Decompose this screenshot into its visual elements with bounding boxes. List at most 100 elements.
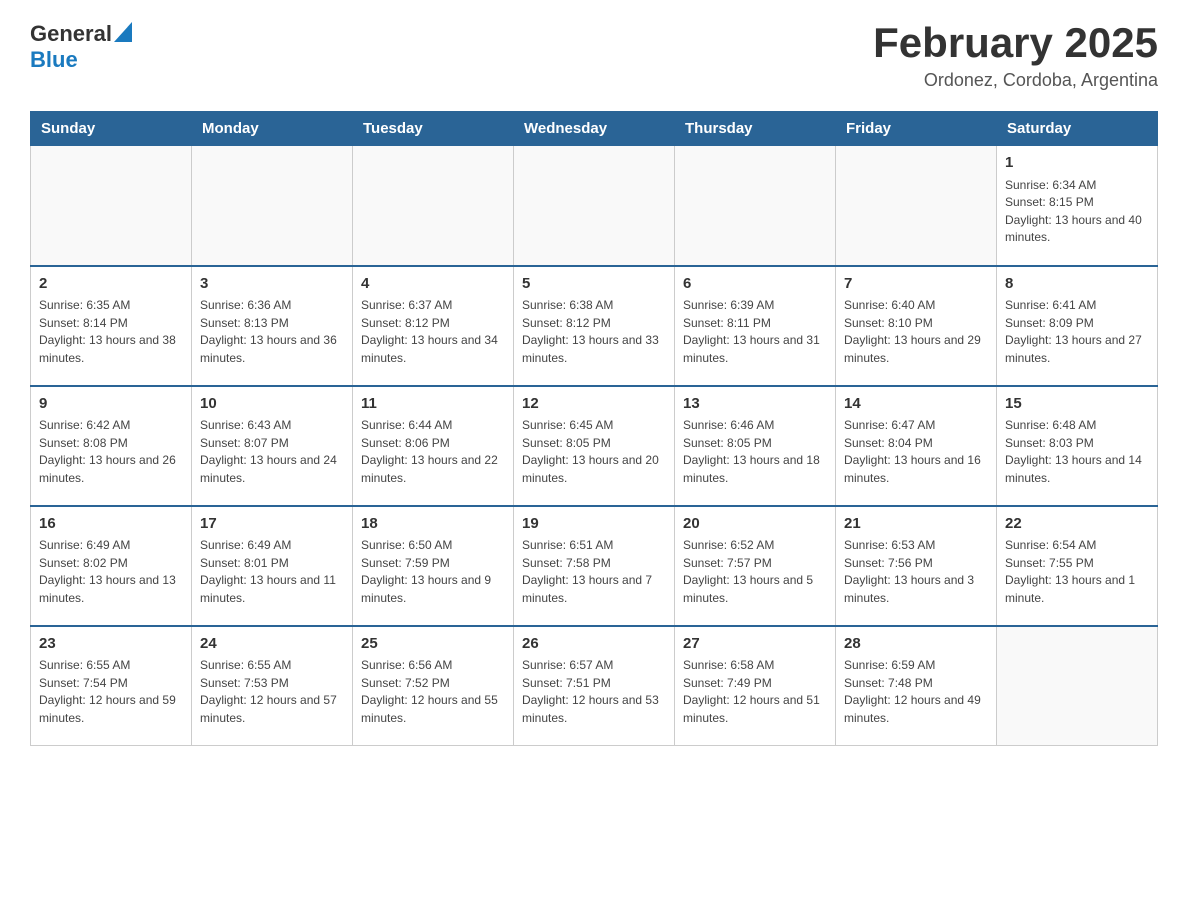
calendar-header-row: SundayMondayTuesdayWednesdayThursdayFrid…: [31, 112, 1158, 146]
calendar-week-row: 23Sunrise: 6:55 AM Sunset: 7:54 PM Dayli…: [31, 626, 1158, 746]
calendar-cell: [192, 146, 353, 266]
day-info: Sunrise: 6:40 AM Sunset: 8:10 PM Dayligh…: [844, 297, 988, 367]
calendar-cell: 20Sunrise: 6:52 AM Sunset: 7:57 PM Dayli…: [675, 506, 836, 626]
day-number: 25: [361, 633, 505, 655]
logo: General Blue: [30, 20, 132, 73]
calendar-cell: 5Sunrise: 6:38 AM Sunset: 8:12 PM Daylig…: [514, 266, 675, 386]
day-of-week-header: Wednesday: [514, 112, 675, 146]
location-subtitle: Ordonez, Cordoba, Argentina: [873, 70, 1158, 91]
day-number: 12: [522, 393, 666, 415]
calendar-week-row: 1 Sunrise: 6:34 AM Sunset: 8:15 PM Daylig…: [31, 146, 1158, 266]
day-number: 24: [200, 633, 344, 655]
day-info: Sunrise: 6:43 AM Sunset: 8:07 PM Dayligh…: [200, 417, 344, 487]
day-info: Sunrise: 6:57 AM Sunset: 7:51 PM Dayligh…: [522, 657, 666, 727]
calendar-cell: 10Sunrise: 6:43 AM Sunset: 8:07 PM Dayli…: [192, 386, 353, 506]
day-info: Sunrise: 6:34 AM Sunset: 8:15 PM Dayligh…: [1005, 177, 1149, 247]
day-of-week-header: Tuesday: [353, 112, 514, 146]
calendar-cell: 13Sunrise: 6:46 AM Sunset: 8:05 PM Dayli…: [675, 386, 836, 506]
day-number: 23: [39, 633, 183, 655]
day-number: 20: [683, 513, 827, 535]
day-info: Sunrise: 6:59 AM Sunset: 7:48 PM Dayligh…: [844, 657, 988, 727]
day-info: Sunrise: 6:56 AM Sunset: 7:52 PM Dayligh…: [361, 657, 505, 727]
calendar-cell: [675, 146, 836, 266]
logo-blue: Blue: [30, 47, 78, 73]
calendar-cell: 17Sunrise: 6:49 AM Sunset: 8:01 PM Dayli…: [192, 506, 353, 626]
calendar-cell: 28Sunrise: 6:59 AM Sunset: 7:48 PM Dayli…: [836, 626, 997, 746]
day-of-week-header: Friday: [836, 112, 997, 146]
day-number: 22: [1005, 513, 1149, 535]
day-number: 16: [39, 513, 183, 535]
calendar-cell: 11Sunrise: 6:44 AM Sunset: 8:06 PM Dayli…: [353, 386, 514, 506]
calendar-week-row: 2Sunrise: 6:35 AM Sunset: 8:14 PM Daylig…: [31, 266, 1158, 386]
day-of-week-header: Thursday: [675, 112, 836, 146]
calendar-cell: 25Sunrise: 6:56 AM Sunset: 7:52 PM Dayli…: [353, 626, 514, 746]
day-number: 3: [200, 273, 344, 295]
calendar-cell: 22Sunrise: 6:54 AM Sunset: 7:55 PM Dayli…: [997, 506, 1158, 626]
day-number: 15: [1005, 393, 1149, 415]
day-info: Sunrise: 6:49 AM Sunset: 8:02 PM Dayligh…: [39, 537, 183, 607]
day-info: Sunrise: 6:45 AM Sunset: 8:05 PM Dayligh…: [522, 417, 666, 487]
calendar-cell: 26Sunrise: 6:57 AM Sunset: 7:51 PM Dayli…: [514, 626, 675, 746]
calendar-cell: 18Sunrise: 6:50 AM Sunset: 7:59 PM Dayli…: [353, 506, 514, 626]
day-of-week-header: Monday: [192, 112, 353, 146]
calendar-cell: 1 Sunrise: 6:34 AM Sunset: 8:15 PM Daylig…: [997, 146, 1158, 266]
day-number: 5: [522, 273, 666, 295]
page-header: General Blue February 2025 Ordonez, Cord…: [30, 20, 1158, 91]
day-number: 14: [844, 393, 988, 415]
day-info: Sunrise: 6:50 AM Sunset: 7:59 PM Dayligh…: [361, 537, 505, 607]
day-info: Sunrise: 6:44 AM Sunset: 8:06 PM Dayligh…: [361, 417, 505, 487]
logo-general: General: [30, 21, 112, 47]
day-number: 1: [1005, 152, 1149, 174]
day-info: Sunrise: 6:48 AM Sunset: 8:03 PM Dayligh…: [1005, 417, 1149, 487]
day-info: Sunrise: 6:55 AM Sunset: 7:54 PM Dayligh…: [39, 657, 183, 727]
calendar-cell: 9Sunrise: 6:42 AM Sunset: 8:08 PM Daylig…: [31, 386, 192, 506]
calendar-cell: [514, 146, 675, 266]
calendar-cell: 8Sunrise: 6:41 AM Sunset: 8:09 PM Daylig…: [997, 266, 1158, 386]
calendar-cell: [31, 146, 192, 266]
calendar-cell: 4Sunrise: 6:37 AM Sunset: 8:12 PM Daylig…: [353, 266, 514, 386]
calendar-cell: 16Sunrise: 6:49 AM Sunset: 8:02 PM Dayli…: [31, 506, 192, 626]
calendar-week-row: 16Sunrise: 6:49 AM Sunset: 8:02 PM Dayli…: [31, 506, 1158, 626]
day-info: Sunrise: 6:53 AM Sunset: 7:56 PM Dayligh…: [844, 537, 988, 607]
day-info: Sunrise: 6:49 AM Sunset: 8:01 PM Dayligh…: [200, 537, 344, 607]
day-info: Sunrise: 6:42 AM Sunset: 8:08 PM Dayligh…: [39, 417, 183, 487]
day-info: Sunrise: 6:54 AM Sunset: 7:55 PM Dayligh…: [1005, 537, 1149, 607]
calendar-week-row: 9Sunrise: 6:42 AM Sunset: 8:08 PM Daylig…: [31, 386, 1158, 506]
day-number: 26: [522, 633, 666, 655]
calendar-cell: 6Sunrise: 6:39 AM Sunset: 8:11 PM Daylig…: [675, 266, 836, 386]
day-number: 21: [844, 513, 988, 535]
calendar-cell: 19Sunrise: 6:51 AM Sunset: 7:58 PM Dayli…: [514, 506, 675, 626]
calendar-cell: [836, 146, 997, 266]
calendar-cell: 21Sunrise: 6:53 AM Sunset: 7:56 PM Dayli…: [836, 506, 997, 626]
day-info: Sunrise: 6:39 AM Sunset: 8:11 PM Dayligh…: [683, 297, 827, 367]
calendar-cell: 27Sunrise: 6:58 AM Sunset: 7:49 PM Dayli…: [675, 626, 836, 746]
day-number: 11: [361, 393, 505, 415]
calendar-table: SundayMondayTuesdayWednesdayThursdayFrid…: [30, 111, 1158, 746]
calendar-cell: 2Sunrise: 6:35 AM Sunset: 8:14 PM Daylig…: [31, 266, 192, 386]
day-info: Sunrise: 6:51 AM Sunset: 7:58 PM Dayligh…: [522, 537, 666, 607]
day-info: Sunrise: 6:38 AM Sunset: 8:12 PM Dayligh…: [522, 297, 666, 367]
day-number: 28: [844, 633, 988, 655]
day-info: Sunrise: 6:36 AM Sunset: 8:13 PM Dayligh…: [200, 297, 344, 367]
day-number: 7: [844, 273, 988, 295]
calendar-cell: [353, 146, 514, 266]
calendar-cell: 12Sunrise: 6:45 AM Sunset: 8:05 PM Dayli…: [514, 386, 675, 506]
calendar-cell: 23Sunrise: 6:55 AM Sunset: 7:54 PM Dayli…: [31, 626, 192, 746]
day-number: 13: [683, 393, 827, 415]
day-info: Sunrise: 6:52 AM Sunset: 7:57 PM Dayligh…: [683, 537, 827, 607]
day-number: 9: [39, 393, 183, 415]
day-of-week-header: Sunday: [31, 112, 192, 146]
day-number: 8: [1005, 273, 1149, 295]
day-number: 10: [200, 393, 344, 415]
month-title: February 2025: [873, 20, 1158, 66]
day-info: Sunrise: 6:55 AM Sunset: 7:53 PM Dayligh…: [200, 657, 344, 727]
day-number: 17: [200, 513, 344, 535]
day-number: 6: [683, 273, 827, 295]
day-info: Sunrise: 6:46 AM Sunset: 8:05 PM Dayligh…: [683, 417, 827, 487]
day-number: 4: [361, 273, 505, 295]
calendar-cell: 3Sunrise: 6:36 AM Sunset: 8:13 PM Daylig…: [192, 266, 353, 386]
calendar-cell: 24Sunrise: 6:55 AM Sunset: 7:53 PM Dayli…: [192, 626, 353, 746]
calendar-cell: 15Sunrise: 6:48 AM Sunset: 8:03 PM Dayli…: [997, 386, 1158, 506]
calendar-cell: 7Sunrise: 6:40 AM Sunset: 8:10 PM Daylig…: [836, 266, 997, 386]
day-number: 18: [361, 513, 505, 535]
